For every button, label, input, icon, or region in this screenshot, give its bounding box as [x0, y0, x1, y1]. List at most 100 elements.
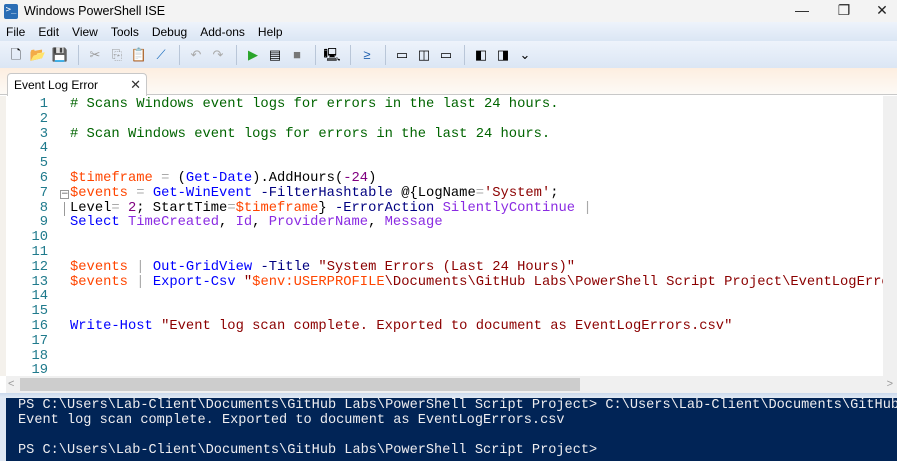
- undo-icon[interactable]: ↶: [188, 47, 204, 63]
- line-number: 16: [31, 318, 48, 334]
- script-tab-strip: Event Log Error Scanner.ps1 ✕: [0, 68, 897, 114]
- menu-help[interactable]: Help: [258, 25, 283, 39]
- token-operator: =: [475, 185, 484, 201]
- editor-horizontal-scrollbar[interactable]: < >: [6, 376, 897, 393]
- code-text: $timeframe = (Get-Date).AddHours(-24): [70, 170, 376, 187]
- line-number: 11: [31, 244, 48, 260]
- token-arg: SilentlyContinue: [442, 200, 576, 216]
- open-folder-icon[interactable]: 📂: [30, 47, 46, 63]
- copy-icon[interactable]: ⎘: [109, 47, 125, 63]
- console-pane[interactable]: PS C:\Users\Lab-Client\Documents\GitHub …: [0, 398, 897, 461]
- script-editor[interactable]: 1 # Scans Windows event logs for errors i…: [0, 96, 883, 376]
- token-variable: $events: [70, 274, 128, 290]
- cut-icon[interactable]: ✂: [87, 47, 103, 63]
- code-text: # Scan Windows event logs for errors in …: [70, 126, 551, 143]
- toolbar-overflow-icon[interactable]: ⌄: [517, 47, 533, 63]
- token-operator: =: [127, 185, 153, 201]
- new-file-icon[interactable]: 🗋: [8, 47, 24, 63]
- code-text: $events | Out-GridView -Title "System Er…: [70, 259, 575, 276]
- show-command-addon-icon[interactable]: ◨: [495, 47, 511, 63]
- code-line: 17: [6, 334, 883, 350]
- line-number: 3: [39, 126, 48, 142]
- token-comment: # Scans Windows event logs for errors in…: [70, 97, 559, 112]
- code-line: 16 Write-Host "Event log scan complete. E…: [6, 318, 883, 335]
- token-parameter: -FilterHashtable: [252, 185, 402, 201]
- token-number: 2: [127, 200, 137, 216]
- menu-view[interactable]: View: [72, 25, 98, 39]
- token-comment: # Scan Windows event logs for errors in …: [70, 126, 551, 142]
- fold-gutter[interactable]: −: [48, 187, 70, 202]
- code-line: 4: [6, 142, 883, 157]
- clear-console-icon[interactable]: ⟋: [153, 47, 169, 63]
- code-line: 9 Select TimeCreated, Id, ProviderName, M…: [6, 215, 883, 231]
- token-parameter: -Title: [252, 259, 319, 275]
- show-command-window-icon[interactable]: ◧: [473, 47, 489, 63]
- token-plain: Level: [70, 200, 112, 216]
- line-number: 18: [31, 348, 48, 364]
- close-button[interactable]: ✕: [862, 0, 897, 22]
- show-script-top-icon[interactable]: ▭: [394, 47, 410, 63]
- show-script-max-icon[interactable]: ▭: [438, 47, 454, 63]
- code-line: 1 # Scans Windows event logs for errors i…: [6, 97, 883, 113]
- fold-gutter: [48, 350, 70, 365]
- fold-gutter: [48, 128, 70, 143]
- menu-debug[interactable]: Debug: [152, 25, 187, 39]
- remote-powershell-icon[interactable]: 🖳: [323, 47, 340, 63]
- console-line: PS C:\Users\Lab-Client\Documents\GitHub …: [18, 443, 598, 458]
- fold-gutter: [48, 113, 70, 128]
- console-line: PS C:\Users\Lab-Client\Documents\GitHub …: [18, 398, 897, 413]
- token-variable: $events: [70, 185, 128, 201]
- fold-gutter: [48, 98, 70, 113]
- menu-add-ons[interactable]: Add-ons: [200, 25, 245, 39]
- scroll-left-icon[interactable]: <: [8, 376, 14, 393]
- redo-icon[interactable]: ↷: [210, 47, 226, 63]
- run-selection-icon[interactable]: ▤: [267, 47, 283, 63]
- code-line: 10: [6, 230, 883, 246]
- token-string: \Documents\GitHub Labs\PowerShell Script…: [384, 274, 883, 290]
- fold-gutter: [48, 216, 70, 231]
- menu-edit[interactable]: Edit: [38, 25, 59, 39]
- line-number: 2: [39, 111, 48, 127]
- editor-vertical-scrollbar[interactable]: [883, 96, 897, 376]
- code-text: $events | Export-Csv "$env:USERPROFILE\D…: [70, 274, 883, 291]
- line-number: 19: [31, 363, 48, 376]
- save-icon[interactable]: 💾: [52, 47, 68, 63]
- fold-gutter: [48, 157, 70, 172]
- token-variable: $events: [70, 259, 128, 275]
- tab-close-icon[interactable]: ✕: [130, 74, 141, 96]
- toolbar-separator: [315, 44, 316, 65]
- fold-gutter: [48, 201, 70, 217]
- token-variable: $env:USERPROFILE: [252, 274, 385, 290]
- code-line: 14: [6, 290, 883, 305]
- line-number: 5: [39, 156, 48, 172]
- code-line: 12 $events | Out-GridView -Title "System …: [6, 259, 883, 276]
- title-bar: >_ Windows PowerShell ISE — ❐ ✕: [0, 0, 897, 22]
- fold-line: [64, 201, 65, 217]
- tab-event-log-error-scanner[interactable]: Event Log Error Scanner.ps1 ✕: [7, 73, 147, 114]
- show-script-right-icon[interactable]: ◫: [416, 47, 432, 63]
- token-operator: |: [127, 259, 153, 275]
- fold-gutter: [48, 246, 70, 261]
- fold-gutter: [48, 231, 70, 246]
- line-number: 7: [39, 185, 48, 201]
- token-command: Export-Csv: [152, 274, 236, 290]
- token-arg: ProviderName: [268, 215, 369, 231]
- paste-icon[interactable]: 📋: [131, 47, 147, 63]
- line-number: 12: [31, 259, 48, 275]
- maximize-button[interactable]: ❐: [824, 0, 864, 22]
- run-script-icon[interactable]: ▶: [245, 47, 261, 63]
- line-number: 14: [31, 289, 48, 305]
- line-number: 13: [31, 274, 48, 290]
- collapse-icon[interactable]: −: [60, 189, 69, 199]
- token-variable: $timeframe: [235, 200, 319, 216]
- token-plain: ).AddHours(: [252, 170, 344, 186]
- menu-tools[interactable]: Tools: [111, 25, 139, 39]
- start-powershell-icon[interactable]: ≥: [359, 47, 375, 63]
- menu-file[interactable]: File: [6, 25, 25, 39]
- scrollbar-thumb[interactable]: [20, 378, 580, 391]
- scroll-right-icon[interactable]: >: [887, 376, 893, 393]
- token-string: "Event log scan complete. Exported to do…: [152, 318, 733, 334]
- minimize-button[interactable]: —: [782, 0, 822, 22]
- toolbar-separator: [179, 44, 180, 65]
- stop-icon[interactable]: ■: [289, 47, 305, 63]
